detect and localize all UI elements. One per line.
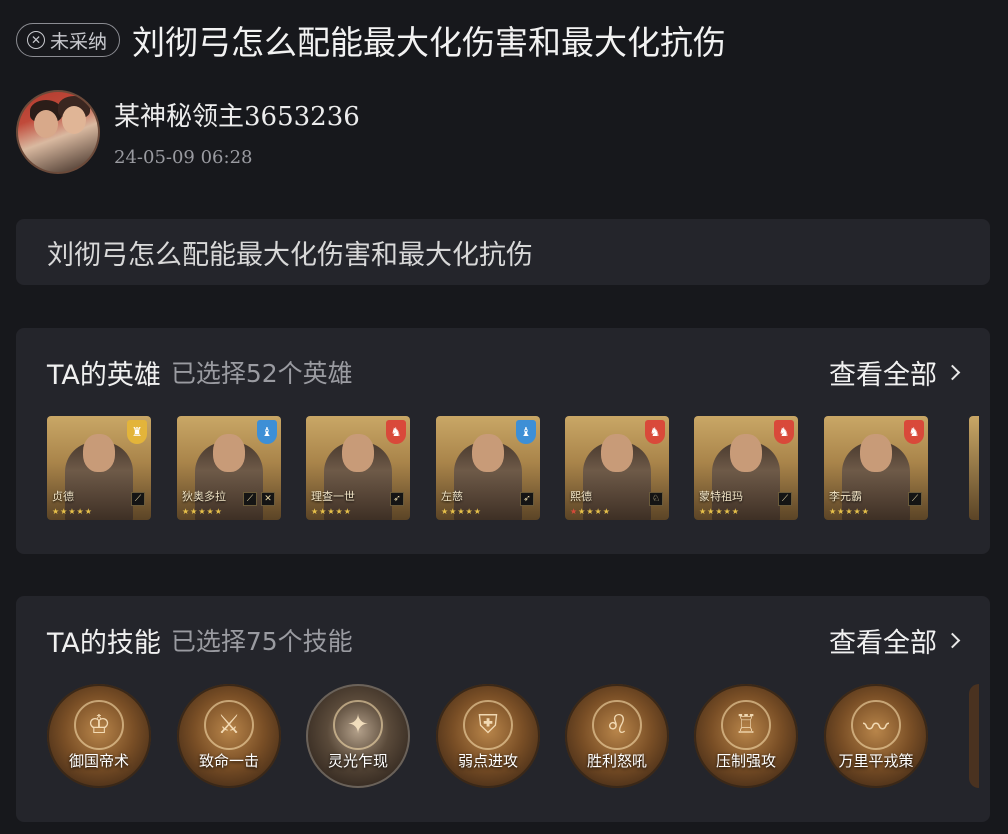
heroes-count: 已选择52个英雄 [170,359,353,388]
faction-crest-icon: ♞ [386,420,406,444]
skill-name: 致命一击 [198,752,259,770]
close-circle-icon: ✕ [27,31,45,49]
faction-crest-icon: ♞ [645,420,665,444]
hero-stars: ★★★★★ [570,507,611,516]
faction-crest-icon: ♝ [516,420,536,444]
skill-item-partial[interactable] [969,684,979,788]
avatar[interactable] [16,90,100,174]
skill-item[interactable]: ⚔ 致命一击 [177,684,281,788]
emperor-figure-icon: ♔ [74,700,124,750]
faction-crest-icon: ♝ [257,420,277,444]
hero-stars: ★★★★★ [182,507,223,516]
hero-name: 左慈 [441,490,463,503]
heroes-view-all-button[interactable]: 查看全部 [829,353,961,392]
hero-name: 狄奥多拉 [182,490,226,503]
weapon-tag-icon: ⟋ [908,492,922,506]
heroes-title: TA的英雄 [47,359,161,391]
lion-sword-icon: ♌ [592,700,642,750]
wave-icon: 〰 [851,700,901,750]
skills-card: TA的技能 已选择75个技能 查看全部 ♔ 御国帝术 ⚔ 致命一击 ✦ 灵光乍现 [16,596,990,822]
author-info: 某神秘领主3653236 24-05-09 06:28 [16,90,360,174]
skill-item[interactable]: ⛨ 弱点进攻 [436,684,540,788]
question-header: ✕ 未采纳 刘彻弓怎么配能最大化伤害和最大化抗伤 [16,16,992,64]
skills-title: TA的技能 [47,627,161,659]
helmet-halo-icon: ✦ [333,700,383,750]
armor-break-icon: ⛨ [463,700,513,750]
post-time: 24-05-09 06:28 [114,147,253,168]
tower-icon: ♖ [721,700,771,750]
weapon-tag-icon: ✕ [261,492,275,506]
hero-stars: ★★★★★ [441,507,482,516]
view-all-label: 查看全部 [829,627,937,659]
weapon-tag-icon: ⟋ [131,492,145,506]
chevron-right-icon [944,364,961,380]
skill-name: 灵光乍现 [327,752,388,770]
faction-crest-icon: ♞ [774,420,794,444]
faction-crest-icon: ♞ [904,420,924,444]
author-name[interactable]: 某神秘领主3653236 [114,96,360,133]
skill-item[interactable]: 〰 万里平戎策 [824,684,928,788]
skill-list: ♔ 御国帝术 ⚔ 致命一击 ✦ 灵光乍现 ⛨ 弱点进攻 ♌ 胜利怒吼 ♖ 压制强… [47,684,990,788]
hero-stars: ★★★★★ [699,507,740,516]
skill-name: 压制强攻 [715,752,776,770]
hero-card[interactable]: ♞ 蒙特祖玛 ⟋ ★★★★★ [694,416,798,520]
skill-item[interactable]: ✦ 灵光乍现 [306,684,410,788]
hero-card[interactable]: ♜ 贞德 ⟋ ★★★★★ [47,416,151,520]
skill-item[interactable]: ♖ 压制强攻 [694,684,798,788]
status-badge: ✕ 未采纳 [16,23,121,57]
skill-name: 弱点进攻 [457,752,518,770]
faction-crest-icon: ♜ [127,420,147,444]
page-title: 刘彻弓怎么配能最大化伤害和最大化抗伤 [132,23,727,62]
question-text: 刘彻弓怎么配能最大化伤害和最大化抗伤 [47,239,533,271]
strike-icon: ⚔ [204,700,254,750]
hero-name: 理查一世 [311,490,355,503]
hero-card[interactable]: ♞ 李元霸 ⟋ ★★★★★ [824,416,928,520]
status-label: 未采纳 [50,30,108,53]
heroes-card: TA的英雄 已选择52个英雄 查看全部 ♜ 贞德 ⟋ ★★★★★ ♝ 狄奥多拉 … [16,328,990,554]
hero-name: 李元霸 [829,490,862,503]
hero-card[interactable]: ♞ 熙德 ♘ ★★★★★ [565,416,669,520]
answer-page: ✕ 未采纳 刘彻弓怎么配能最大化伤害和最大化抗伤 某神秘领主3653236 24… [0,0,1008,834]
hero-name: 熙德 [570,490,592,503]
view-all-label: 查看全部 [829,359,937,391]
weapon-tag-icon: ➶ [390,492,404,506]
skill-item[interactable]: ♌ 胜利怒吼 [565,684,669,788]
hero-card[interactable]: ♝ 狄奥多拉 ⟋ ✕ ★★★★★ [177,416,281,520]
horse-tag-icon: ♘ [649,492,663,506]
weapon-tag-icon: ⟋ [243,492,257,506]
hero-card-partial[interactable] [969,416,979,520]
hero-stars: ★★★★★ [829,507,870,516]
hero-name: 蒙特祖玛 [699,490,743,503]
skill-name: 胜利怒吼 [586,752,647,770]
chevron-right-icon [944,632,961,648]
skill-name: 万里平戎策 [838,752,914,770]
hero-stars: ★★★★★ [52,507,93,516]
hero-name: 贞德 [52,490,74,503]
hero-card[interactable]: ♞ 理查一世 ➶ ★★★★★ [306,416,410,520]
skills-count: 已选择75个技能 [170,627,353,656]
hero-card[interactable]: ♝ 左慈 ➶ ★★★★★ [436,416,540,520]
question-body: 刘彻弓怎么配能最大化伤害和最大化抗伤 [16,219,990,285]
skill-name: 御国帝术 [68,752,129,770]
hero-stars: ★★★★★ [311,507,352,516]
weapon-tag-icon: ➶ [520,492,534,506]
weapon-tag-icon: ⟋ [778,492,792,506]
hero-list: ♜ 贞德 ⟋ ★★★★★ ♝ 狄奥多拉 ⟋ ✕ ★★★★★ ♞ 理查一世 ➶ ★… [47,416,990,520]
skill-item[interactable]: ♔ 御国帝术 [47,684,151,788]
skills-view-all-button[interactable]: 查看全部 [829,621,961,660]
